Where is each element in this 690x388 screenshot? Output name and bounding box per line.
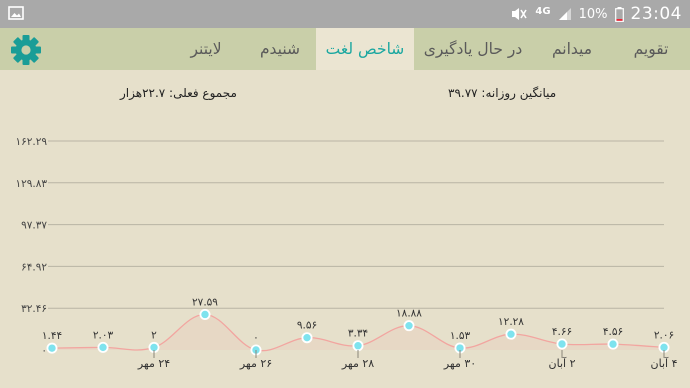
gear-icon[interactable]	[10, 34, 42, 66]
mute-icon	[512, 8, 528, 20]
x-tick-label: ۲ آبان	[549, 356, 576, 370]
y-tick-label: ۰	[41, 345, 47, 357]
data-label: ۲۷.۵۹	[192, 296, 218, 308]
tab-learning[interactable]: در حال یادگیری	[414, 28, 532, 70]
data-label: ۹.۵۶	[297, 320, 317, 332]
battery-icon	[614, 6, 624, 22]
data-label: ۳.۳۴	[348, 328, 368, 340]
data-label: ۴.۵۶	[603, 326, 623, 338]
clock: 23:04	[630, 4, 682, 24]
data-point	[301, 332, 313, 344]
data-label: ۰	[253, 332, 259, 344]
data-point	[46, 342, 58, 354]
status-bar: 4G 10% 23:04	[0, 0, 690, 28]
data-label: ۱.۵۳	[450, 330, 471, 342]
line-chart: ۰ ۳۲.۴۶ ۶۴.۹۲ ۹۷.۳۷ ۱۲۹.۸۳ ۱۶۲.۲۹ ۱.۴۴ ۲.۰۳ ۲ ۲۷.…	[15, 136, 678, 370]
data-point	[556, 338, 568, 350]
tab-calendar[interactable]: تقویم	[612, 28, 690, 70]
signal-icon	[558, 8, 571, 20]
tab-word-index[interactable]: شاخص لغت	[316, 28, 414, 70]
data-point	[352, 340, 364, 352]
data-label: ۱.۴۴	[42, 330, 62, 342]
tab-heard[interactable]: شنیدم	[244, 28, 316, 70]
data-label: ۲	[151, 329, 157, 341]
daily-average: میانگین روزانه: ۳۹.۷۷	[448, 86, 557, 100]
y-tick-label: ۶۴.۹۲	[21, 261, 47, 273]
y-tick-label: ۹۷.۳۷	[21, 220, 47, 232]
x-tick-label: ۲۸ مهر	[341, 357, 374, 370]
network-type: 4G	[535, 5, 551, 17]
data-point	[403, 320, 415, 332]
data-point	[97, 341, 109, 353]
data-point	[199, 308, 211, 320]
data-label: ۲.۰۶	[654, 329, 674, 341]
tab-known[interactable]: میدانم	[532, 28, 612, 70]
x-tick-label: ۲۶ مهر	[239, 357, 272, 370]
data-point	[505, 328, 517, 340]
total-count: مجموع فعلی: ۲۲.۷هزار	[120, 86, 237, 100]
y-tick-label: ۳۲.۴۶	[21, 303, 47, 315]
tab-bar: تقویم میدانم در حال یادگیری شاخص لغت شنی…	[0, 28, 690, 70]
data-label: ۴.۶۶	[552, 326, 572, 338]
y-tick-label: ۱۲۹.۸۳	[15, 178, 47, 190]
data-label: ۱۲.۲۸	[498, 316, 524, 328]
data-label: ۱۸.۸۸	[396, 308, 422, 320]
x-tick-label: ۲۴ مهر	[137, 357, 170, 370]
x-tick-label: ۳۰ مهر	[443, 357, 476, 370]
y-tick-label: ۱۶۲.۲۹	[15, 136, 47, 148]
battery-level: 10%	[578, 6, 608, 22]
x-tick-label: ۴ آبان	[651, 356, 678, 370]
gallery-notification-icon	[8, 6, 24, 20]
data-point	[607, 338, 619, 350]
data-label: ۲.۰۳	[93, 329, 114, 341]
tab-leitner[interactable]: لایتنر	[168, 28, 244, 70]
